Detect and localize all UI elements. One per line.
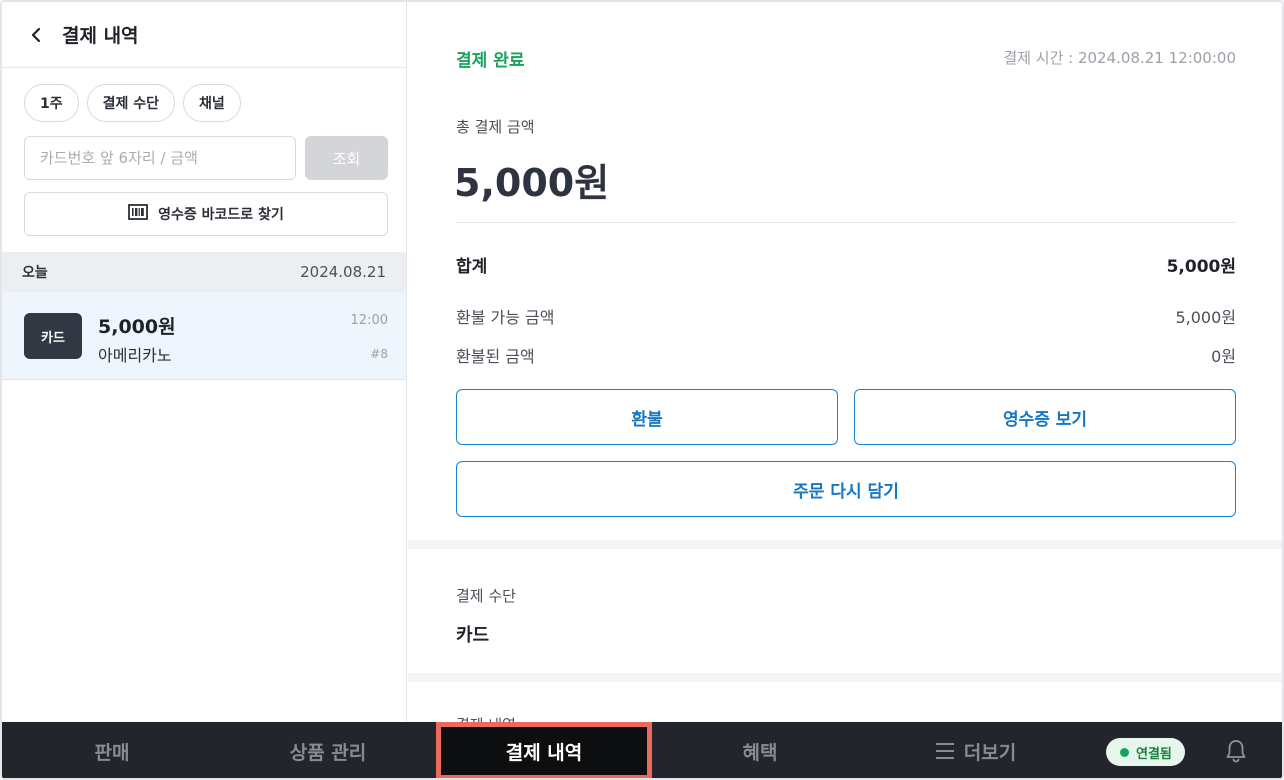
transaction-list-item[interactable]: 카드 5,000원 아메리카노 12:00 #8 <box>2 292 406 380</box>
barcode-search-label: 영수증 바코드로 찾기 <box>158 207 284 223</box>
search-row: 조회 <box>24 136 388 180</box>
history-list-panel: 결제 내역 1주 결제 수단 채널 조회 영수증 바코드로 찾기 <box>2 2 407 722</box>
nav-more-label: 더보기 <box>963 741 1017 764</box>
chip-channel[interactable]: 채널 <box>183 84 241 122</box>
nav-more[interactable]: 더보기 <box>868 722 1084 778</box>
date-group-date: 2024.08.21 <box>300 263 386 281</box>
payment-type-badge: 카드 <box>24 313 82 359</box>
refundable-label: 환불 가능 금액 <box>456 308 555 327</box>
transaction-time: 12:00 <box>350 313 388 328</box>
app-frame: 결제 내역 1주 결제 수단 채널 조회 영수증 바코드로 찾기 <box>0 0 1284 780</box>
bell-icon[interactable] <box>1224 738 1248 764</box>
connection-status-badge: 연결됨 <box>1106 738 1185 766</box>
payment-method-label: 결제 수단 <box>456 587 516 605</box>
sum-label: 합계 <box>456 257 488 277</box>
filter-chips: 1주 결제 수단 채널 <box>24 84 241 122</box>
search-button[interactable]: 조회 <box>305 136 388 180</box>
connection-status-label: 연결됨 <box>1136 746 1172 762</box>
total-amount: 5,000원 <box>454 161 610 205</box>
nav-benefits[interactable]: 혜택 <box>652 722 868 778</box>
payment-detail-panel[interactable]: 결제 완료 결제 시간 : 2024.08.21 12:00:00 총 결제 금… <box>408 2 1282 722</box>
status-dot-icon <box>1120 747 1129 757</box>
date-group-label: 오늘 <box>22 265 48 281</box>
total-amount-label: 총 결제 금액 <box>456 118 535 136</box>
payment-time: 결제 시간 : 2024.08.21 12:00:00 <box>1003 49 1236 67</box>
nav-product-management[interactable]: 상품 관리 <box>222 722 434 778</box>
transaction-item-name: 아메리카노 <box>98 346 172 365</box>
payment-status: 결제 완료 <box>456 51 525 71</box>
payment-summary-card: 결제 완료 결제 시간 : 2024.08.21 12:00:00 총 결제 금… <box>408 2 1282 540</box>
menu-icon <box>935 743 954 759</box>
nav-payment-history[interactable]: 결제 내역 <box>436 722 652 778</box>
sum-value: 5,000원 <box>1166 257 1236 277</box>
chip-payment-method[interactable]: 결제 수단 <box>86 84 176 122</box>
view-receipt-button[interactable]: 영수증 보기 <box>854 389 1236 445</box>
payment-method-value: 카드 <box>456 625 490 646</box>
left-header: 결제 내역 <box>2 2 406 68</box>
refundable-value: 5,000원 <box>1175 308 1236 327</box>
transaction-amount: 5,000원 <box>98 316 176 338</box>
reorder-button[interactable]: 주문 다시 담기 <box>456 461 1236 517</box>
transaction-number: #8 <box>370 347 388 361</box>
refund-button[interactable]: 환불 <box>456 389 838 445</box>
chip-period[interactable]: 1주 <box>24 84 79 122</box>
payment-detail-label: 결제 내역 <box>456 714 516 722</box>
back-chevron-icon[interactable] <box>26 25 46 45</box>
nav-sale[interactable]: 판매 <box>2 722 222 778</box>
refunded-label: 환불된 금액 <box>456 347 535 366</box>
barcode-search-button[interactable]: 영수증 바코드로 찾기 <box>24 192 388 236</box>
refunded-value: 0원 <box>1211 347 1236 366</box>
page-title: 결제 내역 <box>62 25 139 47</box>
divider <box>456 222 1236 223</box>
date-group-header: 오늘 2024.08.21 <box>2 252 406 292</box>
payment-detail-card: 결제 내역 <box>408 682 1282 722</box>
search-input[interactable] <box>24 136 296 180</box>
barcode-icon <box>128 204 149 224</box>
bottom-nav: 판매 상품 관리 결제 내역 혜택 더보기 연결됨 <box>2 722 1282 778</box>
payment-method-card: 결제 수단 카드 <box>408 549 1282 673</box>
